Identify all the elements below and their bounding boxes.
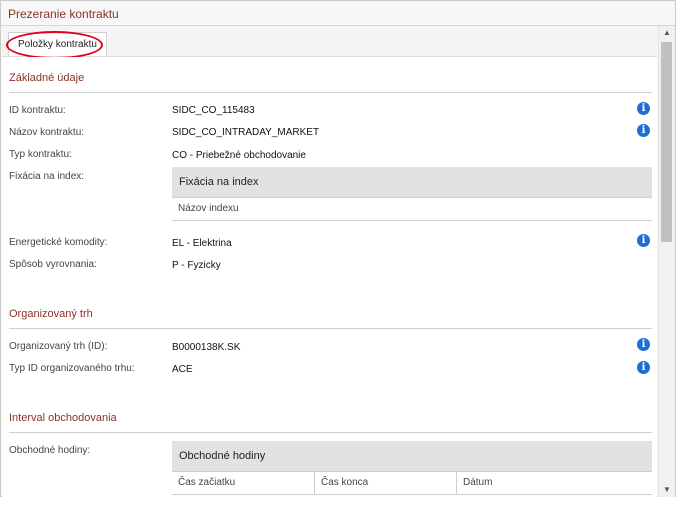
section-divider (9, 92, 652, 93)
section-title-interval: Interval obchodovania (9, 412, 117, 424)
section-divider (9, 432, 652, 433)
settlement-method-label: Spôsob vyrovnania: (9, 259, 97, 270)
info-icon[interactable]: i (637, 234, 650, 247)
index-fixing-table-columns: Názov indexu (172, 198, 652, 220)
market-id-type-value: ACE (172, 364, 193, 375)
scroll-up-arrow-icon[interactable]: ▲ (659, 26, 675, 40)
contract-name-label: Názov kontraktu: (9, 127, 85, 138)
contract-details-panel: Základné údaje ID kontraktu: SIDC_CO_115… (2, 57, 657, 497)
scroll-down-arrow-icon[interactable]: ▼ (659, 483, 675, 497)
end-time-column: Čas konca (314, 472, 456, 494)
scrollbar-thumb[interactable] (661, 42, 672, 242)
contract-name-value: SIDC_CO_INTRADAY_MARKET (172, 127, 320, 138)
contract-type-label: Typ kontraktu: (9, 149, 72, 160)
vertical-scrollbar[interactable]: ▲ ▼ (658, 26, 675, 497)
contract-id-label: ID kontraktu: (9, 105, 66, 116)
window-titlebar: Prezeranie kontraktu (1, 1, 675, 26)
section-title-basic: Základné údaje (9, 72, 85, 84)
trading-hours-table-columns: Čas začiatku Čas konca Dátum (172, 472, 652, 494)
info-icon[interactable]: i (637, 102, 650, 115)
contract-id-value: SIDC_CO_115483 (172, 105, 255, 116)
market-id-value: B0000138K.SK (172, 342, 241, 353)
info-icon[interactable]: i (637, 338, 650, 351)
market-id-label: Organizovaný trh (ID): (9, 341, 108, 352)
trading-hours-table: Obchodné hodiny Čas začiatku Čas konca D… (172, 441, 652, 495)
index-fixing-table: Fixácia na index Názov indexu (172, 167, 652, 221)
tab-strip: Položky kontraktu (2, 26, 657, 57)
energy-commodity-label: Energetické komodity: (9, 237, 108, 248)
window-title: Prezeranie kontraktu (8, 7, 119, 21)
trading-hours-label: Obchodné hodiny: (9, 445, 91, 456)
info-icon[interactable]: i (637, 361, 650, 374)
contract-view-window: Prezeranie kontraktu Položky kontraktu Z… (0, 0, 676, 497)
start-time-column: Čas začiatku (178, 477, 236, 488)
index-name-column: Názov indexu (178, 203, 239, 214)
section-divider (9, 328, 652, 329)
tab-contract-items[interactable]: Položky kontraktu (8, 32, 107, 56)
info-icon[interactable]: i (637, 124, 650, 137)
index-fixing-table-header: Fixácia na index (172, 167, 652, 198)
contract-type-value: CO - Priebežné obchodovanie (172, 150, 306, 161)
trading-hours-table-header: Obchodné hodiny (172, 441, 652, 472)
index-fixing-label: Fixácia na index: (9, 171, 85, 182)
energy-commodity-value: EL - Elektrina (172, 238, 232, 249)
date-column: Dátum (456, 472, 652, 494)
section-title-market: Organizovaný trh (9, 308, 93, 320)
market-id-type-label: Typ ID organizovaného trhu: (9, 363, 135, 374)
settlement-method-value: P - Fyzicky (172, 260, 221, 271)
